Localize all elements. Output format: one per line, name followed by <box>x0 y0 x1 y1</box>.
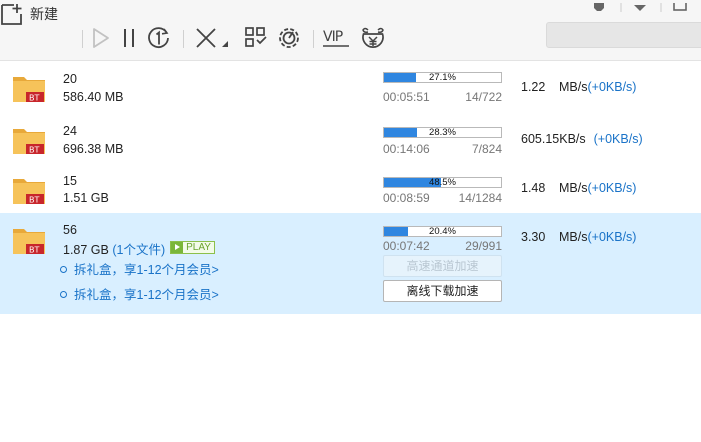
promo-bullet-icon <box>60 266 67 273</box>
task-size: 1.51 GB <box>63 191 109 205</box>
vip-button[interactable]: VIP <box>322 26 350 50</box>
task-name: 15 <box>63 174 77 188</box>
pause-button[interactable] <box>118 26 140 50</box>
bt-folder-icon: BT <box>13 229 45 255</box>
high-speed-accel-button[interactable]: 高速通道加速 <box>383 255 502 277</box>
bt-folder-icon: BT <box>13 129 45 155</box>
progress-label: 20.4% <box>429 226 456 237</box>
bt-folder-icon: BT <box>13 77 45 103</box>
toolbar-divider <box>183 30 184 48</box>
gift-box-button[interactable] <box>360 25 386 51</box>
pieces-count: 14/722 <box>465 90 502 104</box>
svg-text:BT: BT <box>29 246 39 255</box>
apps-button[interactable] <box>244 26 268 50</box>
settings-icon <box>279 28 299 48</box>
play-icon <box>93 28 109 48</box>
speed-unit: MB/s <box>559 80 588 94</box>
task-size: 586.40 MB <box>63 90 124 104</box>
start-button[interactable] <box>90 26 112 50</box>
speed-value: 3.30 <box>521 230 546 244</box>
progress-label: 27.1% <box>429 72 456 83</box>
promo-link[interactable]: 拆礼盒，享1-12个月会员> <box>60 284 219 303</box>
speed-value: 605.15 <box>521 132 560 146</box>
toolbar-divider <box>313 30 314 48</box>
vip-icon: VIP <box>323 29 349 47</box>
new-task-label: 新建 <box>30 6 58 22</box>
play-button[interactable]: PLAY <box>170 241 215 254</box>
task-name: 24 <box>63 124 77 138</box>
play-triangle-icon <box>171 242 184 253</box>
svg-text:VIP: VIP <box>323 29 343 45</box>
progress-label: 48.5% <box>429 177 456 188</box>
task-name: 20 <box>63 72 77 86</box>
task-size: 1.87 GB <box>63 243 109 257</box>
window-controls <box>590 0 700 12</box>
speed-unit: MB/s <box>559 230 588 244</box>
task-row[interactable]: BT 24 696.38 MB 28.3% 00:14:06 7/824 605… <box>0 114 701 164</box>
speed-extra: (+0KB/s) <box>587 181 637 195</box>
skin-icon <box>594 3 604 11</box>
svg-text:BT: BT <box>29 146 39 155</box>
delete-button[interactable] <box>193 26 231 50</box>
window-control-icons <box>594 0 687 12</box>
task-progress-bar: 28.3% <box>383 127 502 138</box>
search-input[interactable] <box>546 22 701 48</box>
play-label: PLAY <box>186 242 211 253</box>
speed-limit-button[interactable] <box>145 26 173 50</box>
promo-bullet-icon <box>60 291 67 298</box>
promo-link[interactable]: 拆礼盒，享1-12个月会员> <box>60 259 219 278</box>
speed-unit: KB/s <box>559 132 586 146</box>
speed-limit-icon <box>148 27 169 48</box>
promo-text: 拆礼盒，享1-12个月会员> <box>74 263 219 277</box>
delete-icon <box>196 28 228 48</box>
speed-value: 1.48 <box>521 181 546 195</box>
task-row-selected[interactable]: BT 56 1.87 GB (1个文件) PLAY 拆礼盒，享1-12个月会员> … <box>0 213 701 314</box>
file-count-link[interactable]: (1个文件) <box>112 243 165 257</box>
speed-unit: MB/s <box>559 181 588 195</box>
pause-icon <box>124 29 134 47</box>
task-progress-bar: 48.5% <box>383 177 502 188</box>
promo-text: 拆礼盒，享1-12个月会员> <box>74 288 219 302</box>
speed-extra: (+0KB/s) <box>587 80 637 94</box>
task-row[interactable]: BT 15 1.51 GB 48.5% 00:08:59 14/1284 1.4… <box>0 164 701 212</box>
task-progress-bar: 27.1% <box>383 72 502 83</box>
download-speed: 1.22 MB/s(+0KB/s) <box>521 80 636 94</box>
pieces-count: 29/991 <box>465 239 502 253</box>
gift-box-icon <box>362 27 384 48</box>
task-progress-bar: 20.4% <box>383 226 502 237</box>
settings-button[interactable] <box>276 26 302 50</box>
menu-arrow-icon <box>634 5 646 11</box>
task-size: 696.38 MB <box>63 142 124 156</box>
svg-text:BT: BT <box>29 196 39 205</box>
speed-extra: (+0KB/s) <box>587 230 637 244</box>
svg-text:BT: BT <box>29 94 39 103</box>
speed-extra: (+0KB/s) <box>593 132 643 146</box>
apps-icon <box>245 27 267 47</box>
download-speed: 3.30 MB/s(+0KB/s) <box>521 230 636 244</box>
task-name: 56 <box>63 223 77 237</box>
toolbar-divider <box>82 30 83 48</box>
task-size-line: 1.87 GB (1个文件) PLAY <box>63 239 215 258</box>
download-speed: 605.15KB/s (+0KB/s) <box>521 132 643 146</box>
speed-value: 1.22 <box>521 80 546 94</box>
toolbar: 新建 VIP <box>0 0 701 61</box>
progress-label: 28.3% <box>429 127 456 138</box>
bt-folder-icon: BT <box>13 179 45 205</box>
maximize-icon <box>673 0 687 11</box>
pieces-count: 7/824 <box>471 142 502 156</box>
task-row[interactable]: BT 20 586.40 MB 27.1% 00:05:51 14/722 1.… <box>0 62 701 112</box>
pieces-count: 14/1284 <box>458 191 502 205</box>
offline-download-accel-button[interactable]: 离线下载加速 <box>383 280 502 302</box>
download-speed: 1.48 MB/s(+0KB/s) <box>521 181 636 195</box>
new-task-icon <box>1 3 22 25</box>
